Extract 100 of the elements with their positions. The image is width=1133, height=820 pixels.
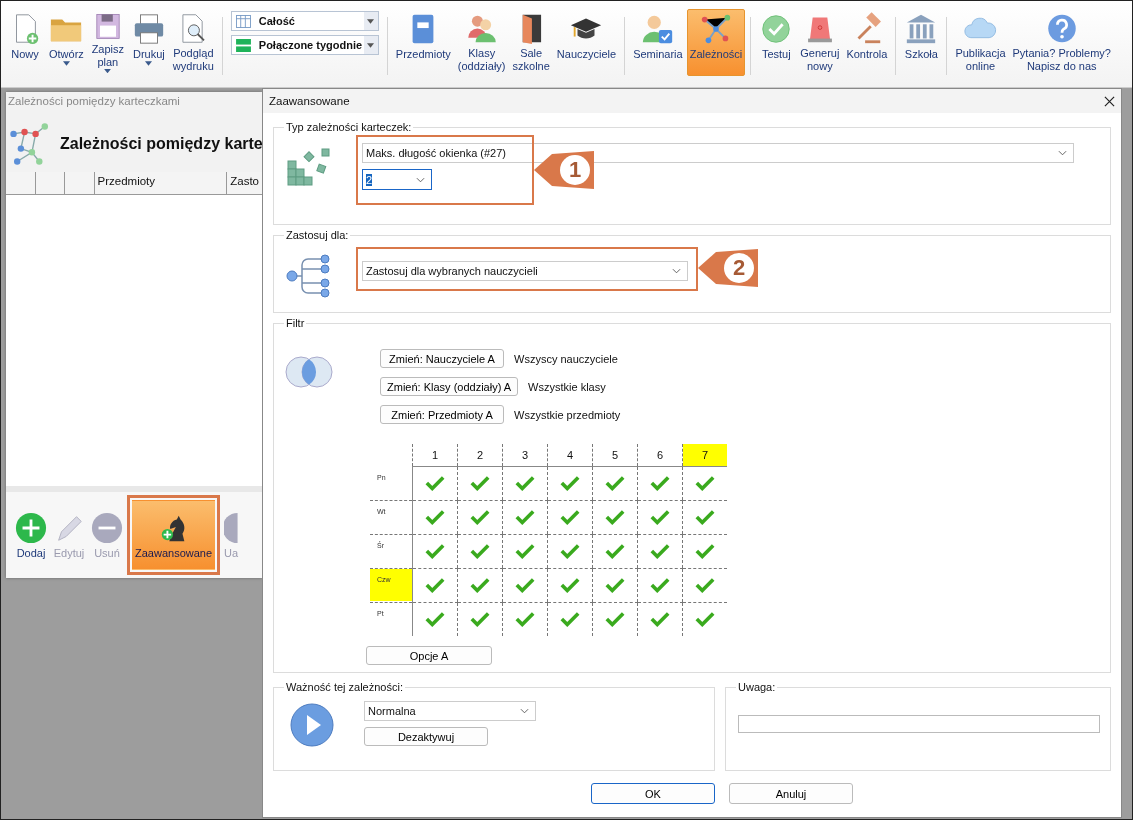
check-icon[interactable] [515, 542, 535, 559]
panel-button[interactable]: Dodaj [12, 506, 50, 564]
toolbar-button[interactable]: Nowy [5, 9, 45, 76]
check-icon[interactable] [605, 474, 625, 491]
change-filter-button[interactable]: Zmień: Przedmioty A [380, 405, 504, 424]
check-icon[interactable] [560, 474, 580, 491]
check-icon[interactable] [425, 610, 445, 627]
change-filter-button[interactable]: Zmień: Nauczyciele A [380, 349, 504, 368]
group-label: Zastosuj dla: [285, 229, 350, 241]
toolbar-dropdown[interactable]: Całość [230, 11, 379, 31]
check-icon[interactable] [515, 610, 535, 627]
period-header[interactable]: 7 [682, 444, 727, 467]
dependency-type-select[interactable]: Maks. długość okienka (#27) [362, 143, 1074, 163]
window-title: Zależności pomiędzy karteczkami [6, 92, 262, 116]
check-icon[interactable] [425, 576, 445, 593]
toolbar-button[interactable]: Podgląd wydruku [169, 9, 217, 76]
check-icon[interactable] [650, 542, 670, 559]
check-icon[interactable] [560, 610, 580, 627]
caret-icon [367, 18, 375, 24]
toolbar-button[interactable]: Przedmioty [392, 9, 454, 76]
dropdown-value: Całość [258, 15, 296, 27]
filter-value: Wszystkie klasy [528, 380, 606, 393]
check-icon[interactable] [515, 576, 535, 593]
value-select[interactable]: 2 [362, 169, 432, 190]
check-icon[interactable] [560, 576, 580, 593]
toolbar-button[interactable]: Zapisz plan [87, 9, 128, 76]
deactivate-button[interactable]: Dezaktywuj [364, 727, 488, 746]
check-icon[interactable] [695, 542, 715, 559]
chevron-icon [520, 708, 529, 714]
toolbar-button[interactable]: Nauczyciele [553, 9, 620, 76]
check-icon[interactable] [695, 610, 715, 627]
check-icon[interactable] [605, 610, 625, 627]
check-icon[interactable] [560, 542, 580, 559]
column-header[interactable]: Przedmioty [93, 172, 227, 194]
caret-icon [62, 61, 70, 66]
caret-icon [145, 61, 153, 66]
play-icon [290, 703, 334, 747]
period-header[interactable]: 1 [412, 444, 458, 467]
check-icon[interactable] [515, 474, 535, 491]
apply-to-select[interactable]: Zastosuj dla wybranych nauczycieli [362, 261, 688, 281]
period-header[interactable]: 5 [592, 444, 638, 467]
period-header[interactable]: 3 [502, 444, 548, 467]
filter-value: Wszyscy nauczyciele [514, 352, 618, 365]
chevron-icon [672, 268, 681, 274]
group-label: Filtr [285, 317, 306, 329]
dialog-button[interactable]: OK [591, 783, 715, 804]
check-icon[interactable] [560, 508, 580, 525]
note-field[interactable] [738, 715, 1100, 733]
check-icon[interactable] [650, 576, 670, 593]
plus-icon [15, 511, 47, 544]
minus-icon [91, 511, 123, 544]
check-icon[interactable] [425, 542, 445, 559]
check-icon[interactable] [650, 508, 670, 525]
toolbar-button[interactable]: Pytania? Problemy? Napisz do nas [1009, 9, 1114, 76]
toolbar-button[interactable]: Drukuj [128, 9, 169, 76]
venn-icon [284, 355, 334, 389]
change-filter-button[interactable]: Zmień: Klasy (oddziały) A [380, 377, 519, 396]
group-label: Typ zależności karteczek: [285, 121, 413, 133]
toolbar-button[interactable]: Klasy (oddziały) [454, 9, 509, 76]
options-button[interactable]: Opcje A [366, 646, 492, 665]
period-header[interactable]: 2 [457, 444, 503, 467]
group-label: Ważność tej zależności: [285, 681, 404, 693]
check-icon[interactable] [650, 474, 670, 491]
toolbar-button[interactable]: Generuj nowy [797, 9, 843, 76]
toolbar-button[interactable]: Seminaria [630, 9, 686, 76]
check-icon[interactable] [470, 508, 490, 525]
caret-icon [367, 42, 375, 48]
toolbar-button[interactable]: Testuj [756, 9, 797, 76]
importance-select[interactable]: Normalna [364, 701, 536, 721]
check-icon[interactable] [470, 610, 490, 627]
dialog-button[interactable]: Anuluj [729, 783, 853, 804]
callout-badge: 1 [534, 151, 594, 189]
dropdown-value: Połączone tygodnie [258, 39, 364, 51]
panel-heading: Zależności pomiędzy karte [60, 135, 263, 153]
check-icon[interactable] [470, 542, 490, 559]
toolbar-button[interactable]: Sale szkolne [509, 9, 553, 76]
check-icon[interactable] [605, 576, 625, 593]
group-label: Uwaga: [737, 681, 777, 693]
check-icon[interactable] [695, 474, 715, 491]
toolbar-button[interactable]: Zależności [686, 9, 746, 76]
check-icon[interactable] [515, 508, 535, 525]
period-header[interactable]: 4 [547, 444, 593, 467]
toolbar-button[interactable]: Otwórz [46, 9, 87, 76]
check-icon[interactable] [605, 508, 625, 525]
check-icon[interactable] [425, 474, 445, 491]
toolbar-dropdown[interactable]: Połączone tygodnie [230, 35, 379, 55]
check-icon[interactable] [650, 610, 670, 627]
check-icon[interactable] [605, 542, 625, 559]
toolbar-button[interactable]: Szkoła [901, 9, 942, 76]
close-icon[interactable] [1104, 95, 1115, 107]
check-icon[interactable] [695, 576, 715, 593]
check-icon[interactable] [470, 576, 490, 593]
bars-icon [235, 38, 251, 52]
check-icon[interactable] [470, 474, 490, 491]
toolbar-button[interactable]: Kontrola [843, 9, 891, 76]
filter-value: Wszystkie przedmioty [514, 408, 621, 421]
toolbar-button[interactable]: Publikacja online [952, 9, 1009, 76]
check-icon[interactable] [425, 508, 445, 525]
dialog-title: Zaawansowane [269, 95, 350, 107]
check-icon[interactable] [695, 508, 715, 525]
